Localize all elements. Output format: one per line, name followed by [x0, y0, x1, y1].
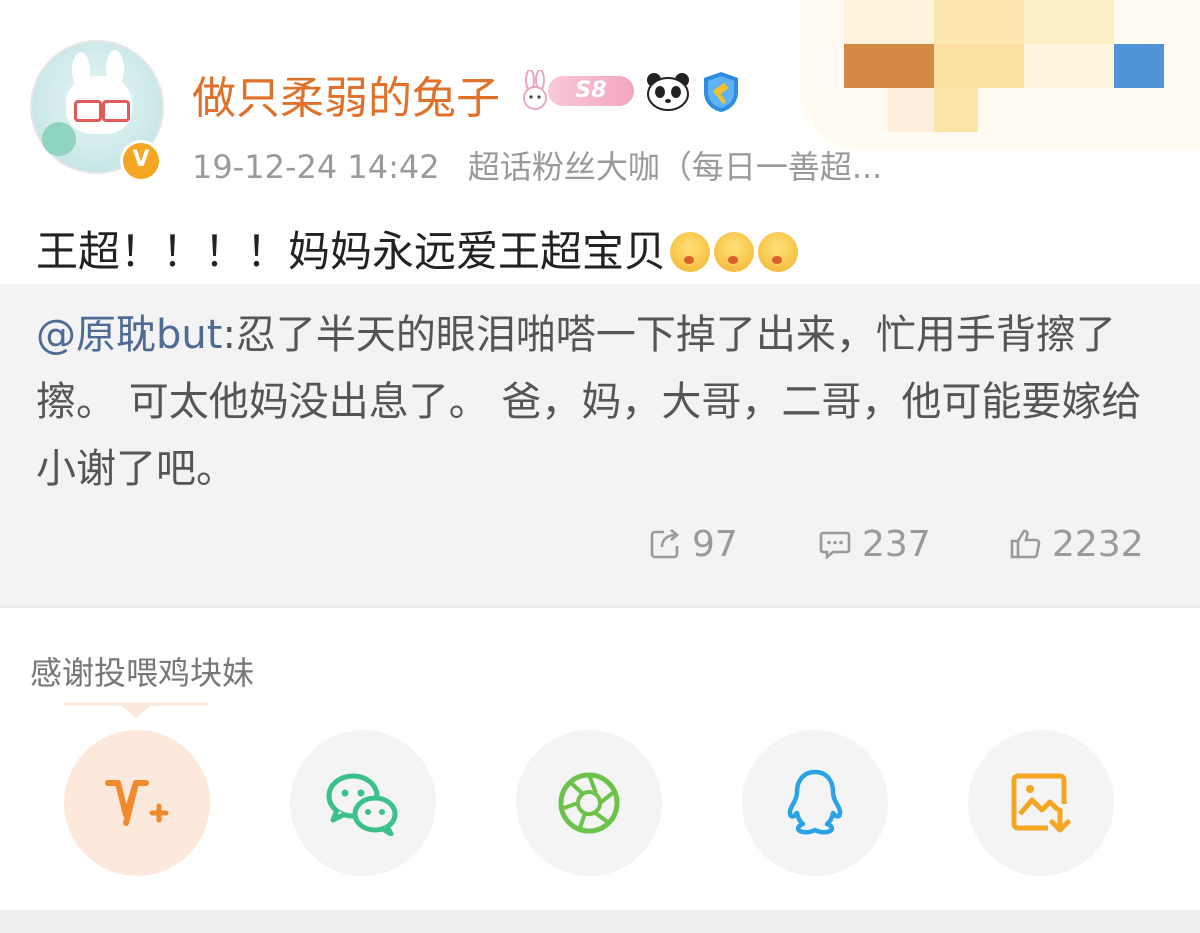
kiss-emoji-icon	[670, 232, 711, 272]
rabbit-icon	[523, 70, 547, 110]
panda-icon	[647, 73, 689, 111]
comment-count: 237	[862, 523, 931, 565]
mention-link[interactable]: @原耽but	[36, 312, 222, 358]
share-weibo-vplus-button[interactable]	[64, 730, 210, 876]
pointer-arrow	[64, 702, 208, 718]
level-badge[interactable]: S8	[548, 76, 634, 106]
like-count: 2232	[1052, 523, 1144, 565]
shield-icon	[704, 72, 738, 112]
timestamp: 19-12-24 14:42	[192, 148, 440, 186]
username[interactable]: 做只柔弱的兔子	[192, 62, 500, 126]
share-wechat-button[interactable]	[290, 730, 436, 876]
source-label[interactable]: 超话粉丝大咖（每日一善超...	[468, 148, 883, 186]
wechat-icon	[326, 773, 398, 836]
comment-button[interactable]: 237	[818, 520, 931, 568]
thumbs-up-icon	[1010, 529, 1041, 559]
post-text: 王超！！！！妈妈永远爱王超宝贝	[36, 218, 799, 279]
repost-icon	[650, 529, 680, 559]
share-qq-button[interactable]	[742, 730, 888, 876]
verified-badge-icon: V	[120, 140, 162, 182]
post-text-content: 王超！！！！妈妈永远爱王超宝贝	[36, 227, 667, 276]
share-label: 感谢投喂鸡块妹	[30, 654, 255, 692]
repost-count: 97	[692, 523, 738, 565]
quoted-text: @原耽but:忍了半天的眼泪啪嗒一下掉了出来，忙用手背擦了擦。 可太他妈没出息了…	[36, 302, 1166, 503]
kiss-emoji-icon	[714, 232, 755, 272]
share-moments-button[interactable]	[516, 730, 662, 876]
moments-icon	[558, 772, 620, 834]
comment-icon	[819, 531, 851, 560]
section-divider	[0, 606, 1200, 608]
post-meta: 19-12-24 14:42 超话粉丝大咖（每日一善超...	[192, 142, 882, 188]
pixelated-region	[800, 0, 1200, 150]
kiss-emoji-icon	[758, 232, 799, 272]
qq-icon	[787, 769, 843, 835]
like-button[interactable]: 2232	[1008, 520, 1144, 568]
save-image-button[interactable]	[968, 730, 1114, 876]
bottom-bar	[0, 910, 1200, 933]
repost-button[interactable]: 97	[648, 520, 738, 568]
v-plus-icon	[105, 780, 169, 826]
save-image-icon	[1011, 773, 1071, 833]
